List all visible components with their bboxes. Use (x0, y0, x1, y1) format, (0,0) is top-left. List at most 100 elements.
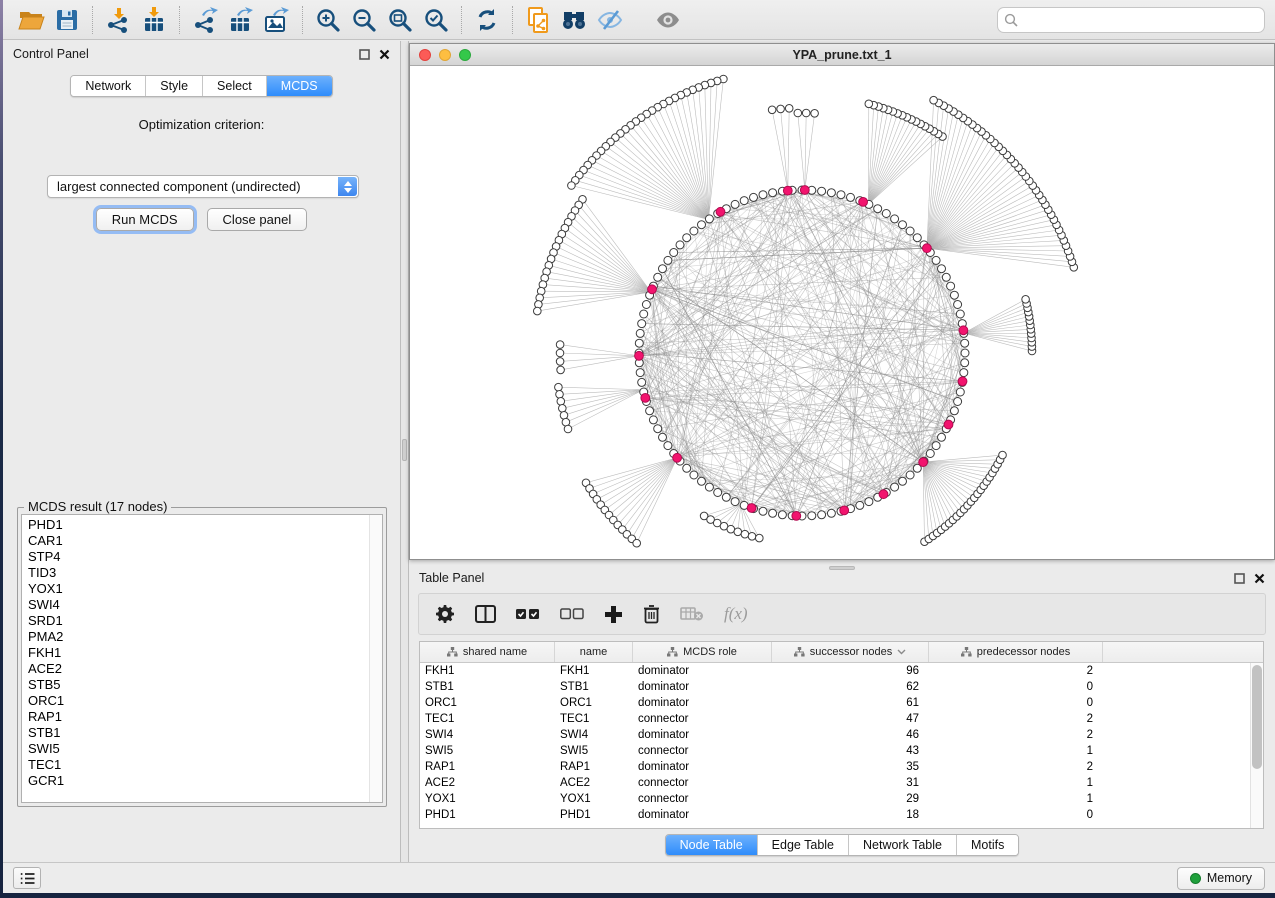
table-row[interactable]: STB1STB1dominator620 (420, 679, 1263, 695)
network-node[interactable] (954, 398, 962, 406)
table-cell[interactable]: ACE2 (420, 775, 555, 791)
network-node[interactable] (636, 329, 644, 337)
network-leaf-node[interactable] (768, 106, 776, 114)
tab-motifs[interactable]: Motifs (957, 835, 1018, 855)
network-node[interactable] (750, 193, 758, 201)
network-node[interactable] (906, 227, 914, 235)
table-cell[interactable]: SWI4 (555, 727, 633, 743)
network-node[interactable] (698, 221, 706, 229)
network-node[interactable] (698, 477, 706, 485)
network-node[interactable] (961, 349, 969, 357)
table-cell[interactable]: TEC1 (555, 711, 633, 727)
tab-style[interactable]: Style (146, 76, 203, 96)
mcds-result-item[interactable]: STP4 (22, 549, 368, 565)
network-node[interactable] (670, 249, 678, 257)
network-graph[interactable] (410, 66, 1275, 560)
table-cell[interactable]: RAP1 (420, 759, 555, 775)
tab-node-table[interactable]: Node Table (666, 835, 758, 855)
export-network-icon[interactable] (187, 4, 223, 36)
zoom-selected-icon[interactable] (418, 4, 454, 36)
open-folder-icon[interactable] (13, 4, 49, 36)
network-node[interactable] (759, 507, 767, 515)
mcds-result-item[interactable]: PHD1 (22, 517, 368, 533)
network-node[interactable] (740, 197, 748, 205)
close-panel-icon[interactable] (1254, 573, 1265, 584)
table-row[interactable]: ACE2ACE2connector311 (420, 775, 1263, 791)
network-node[interactable] (683, 234, 691, 242)
network-node[interactable] (646, 407, 654, 415)
table-cell[interactable]: ORC1 (555, 695, 633, 711)
mcds-result-item[interactable]: SWI5 (22, 741, 368, 757)
float-panel-icon[interactable] (1234, 573, 1245, 584)
mcds-hub-node[interactable] (716, 207, 725, 216)
table-row[interactable]: YOX1YOX1connector291 (420, 791, 1263, 807)
table-cell[interactable]: 0 (929, 695, 1103, 711)
network-node[interactable] (906, 471, 914, 479)
network-node[interactable] (664, 442, 672, 450)
mcds-hub-node[interactable] (859, 198, 868, 207)
tab-edge-table[interactable]: Edge Table (758, 835, 849, 855)
network-node[interactable] (874, 205, 882, 213)
mcds-hub-node[interactable] (919, 458, 928, 467)
network-node[interactable] (913, 234, 921, 242)
network-leaf-node[interactable] (785, 105, 793, 113)
network-node[interactable] (683, 464, 691, 472)
network-node[interactable] (932, 256, 940, 264)
table-cell[interactable]: ACE2 (555, 775, 633, 791)
table-cell[interactable]: SWI4 (420, 727, 555, 743)
table-cell[interactable]: 2 (929, 727, 1103, 743)
criterion-dropdown[interactable]: largest connected component (undirected) (47, 175, 359, 198)
unselect-all-columns-icon[interactable] (560, 608, 584, 620)
mcds-result-item[interactable]: TID3 (22, 565, 368, 581)
network-node[interactable] (690, 471, 698, 479)
network-node[interactable] (659, 433, 667, 441)
mcds-hub-node[interactable] (958, 377, 967, 386)
network-node[interactable] (956, 310, 964, 318)
horizontal-splitter-grip[interactable] (829, 566, 855, 570)
mcds-result-item[interactable]: CAR1 (22, 533, 368, 549)
network-node[interactable] (950, 407, 958, 415)
network-node[interactable] (926, 450, 934, 458)
panel-list-button[interactable] (13, 867, 41, 889)
table-cell[interactable]: PHD1 (555, 807, 633, 823)
network-node[interactable] (642, 301, 650, 309)
network-leaf-node[interactable] (748, 533, 756, 541)
table-cell[interactable]: 0 (929, 807, 1103, 823)
tab-network-table[interactable]: Network Table (849, 835, 957, 855)
table-cell[interactable]: 35 (772, 759, 929, 775)
network-node[interactable] (705, 483, 713, 491)
table-cell[interactable]: 18 (772, 807, 929, 823)
table-cell[interactable]: YOX1 (555, 791, 633, 807)
zoom-out-icon[interactable] (346, 4, 382, 36)
table-cell[interactable]: dominator (633, 663, 772, 679)
network-node[interactable] (664, 256, 672, 264)
network-leaf-node[interactable] (560, 412, 568, 420)
table-cell[interactable]: STB1 (555, 679, 633, 695)
network-node[interactable] (690, 227, 698, 235)
run-mcds-button[interactable]: Run MCDS (96, 208, 194, 231)
table-cell[interactable]: SWI5 (420, 743, 555, 759)
network-node[interactable] (827, 509, 835, 517)
tab-network[interactable]: Network (71, 76, 146, 96)
mcds-result-item[interactable]: SWI4 (22, 597, 368, 613)
network-leaf-node[interactable] (557, 366, 565, 374)
table-cell[interactable]: 31 (772, 775, 929, 791)
hide-eye-icon[interactable] (592, 4, 628, 36)
export-image-icon[interactable] (259, 4, 295, 36)
network-leaf-node[interactable] (777, 105, 785, 113)
mcds-hub-node[interactable] (792, 512, 801, 521)
network-node[interactable] (778, 511, 786, 519)
network-leaf-node[interactable] (930, 96, 938, 104)
network-node[interactable] (960, 369, 968, 377)
network-leaf-node[interactable] (865, 100, 873, 108)
table-cell[interactable]: 1 (929, 791, 1103, 807)
table-cell[interactable]: 47 (772, 711, 929, 727)
table-scrollbar[interactable] (1250, 663, 1263, 828)
mcds-hub-node[interactable] (673, 453, 682, 462)
table-row[interactable]: FKH1FKH1dominator962 (420, 663, 1263, 679)
mcds-result-item[interactable]: STB1 (22, 725, 368, 741)
network-leaf-node[interactable] (556, 391, 564, 399)
network-node[interactable] (636, 369, 644, 377)
mcds-list-scrollbar[interactable] (369, 515, 382, 802)
column-view-icon[interactable] (475, 605, 496, 623)
